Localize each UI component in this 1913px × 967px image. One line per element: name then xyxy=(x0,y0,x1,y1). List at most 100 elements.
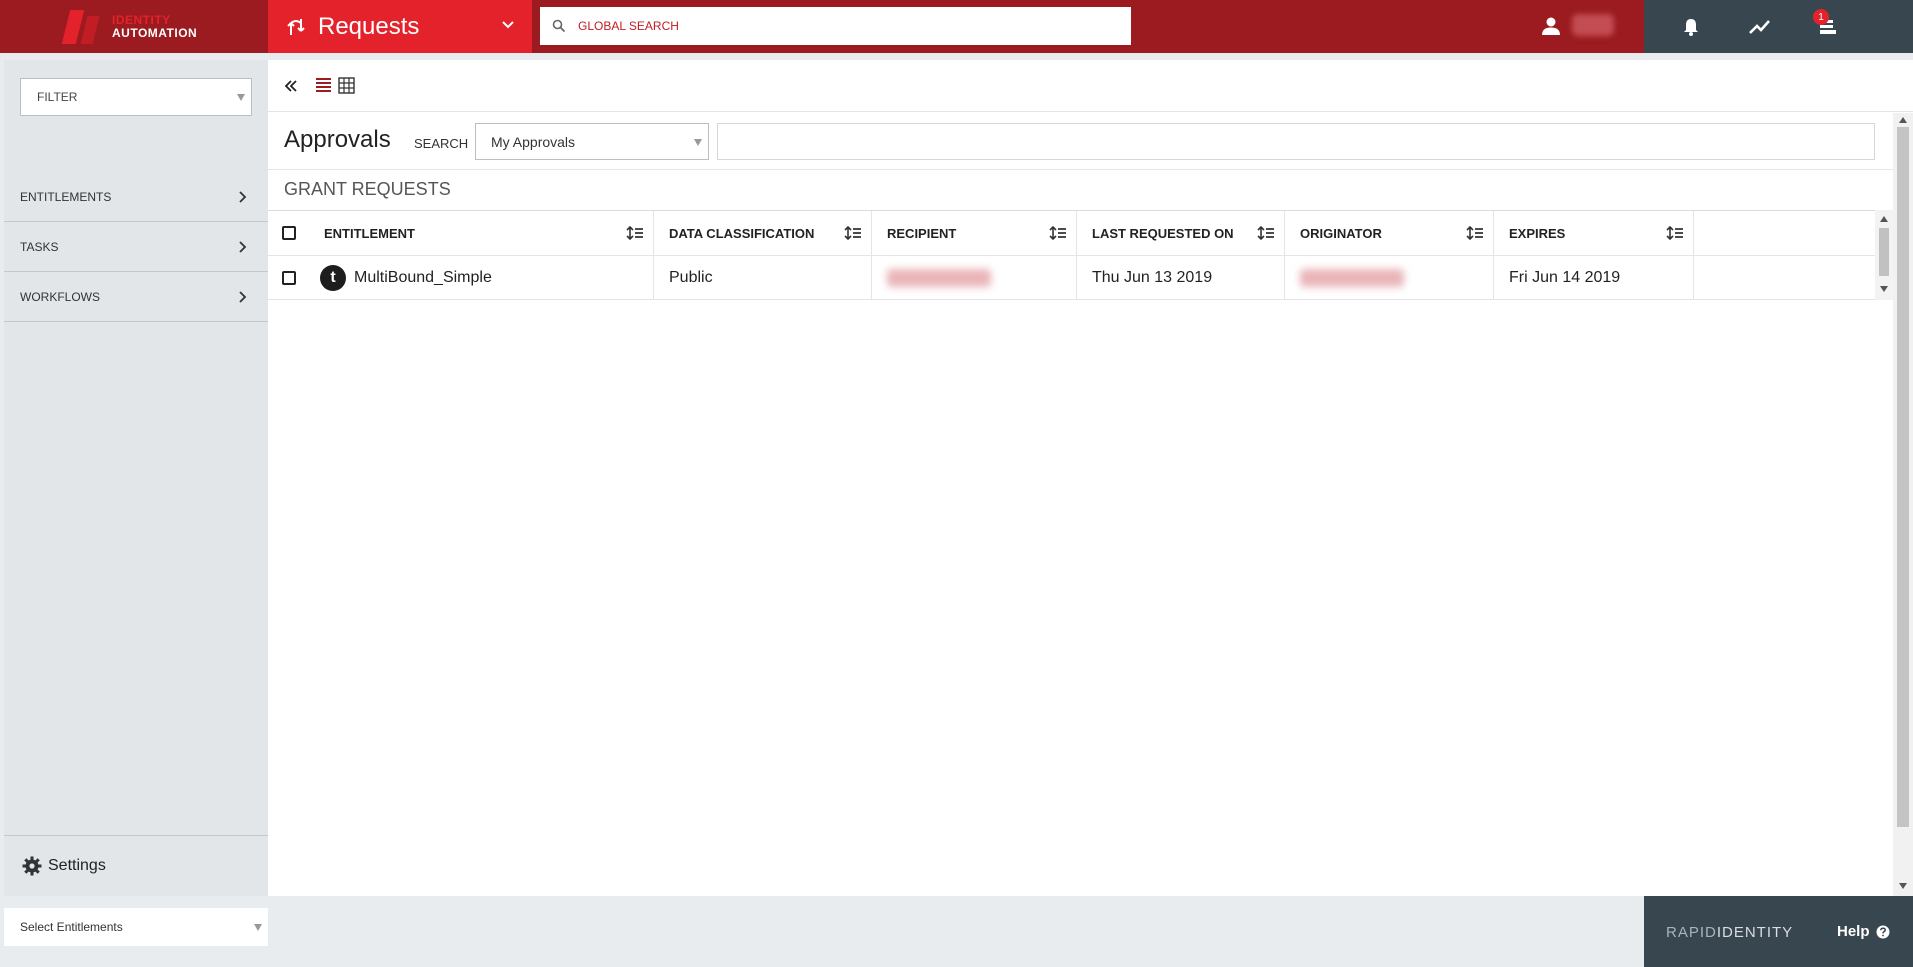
approvals-search-input[interactable] xyxy=(718,124,1874,159)
grid-view-icon[interactable] xyxy=(338,77,355,94)
filter-select[interactable]: FILTER xyxy=(20,78,252,116)
divider xyxy=(268,169,1893,170)
column-header-last-requested-on[interactable]: LAST REQUESTED ON xyxy=(1076,211,1284,255)
scroll-up-icon[interactable] xyxy=(1880,216,1888,222)
row-select-cell xyxy=(268,256,308,299)
footer-brand: RAPIDIDENTITY Help xyxy=(1644,896,1913,967)
global-search-input[interactable] xyxy=(578,19,1098,33)
main-panel: Approvals SEARCH My Approvals GRANT REQU… xyxy=(268,60,1913,896)
tasks-badge: 1 xyxy=(1813,9,1829,25)
module-switcher[interactable]: Requests xyxy=(268,0,532,53)
approvals-search-box[interactable] xyxy=(717,123,1875,160)
recipient-redacted xyxy=(887,268,991,287)
gear-icon xyxy=(22,856,42,875)
toolbar-tools xyxy=(1644,0,1913,53)
sidebar-item-entitlements[interactable]: ENTITLEMENTS xyxy=(4,172,268,222)
filter-select-label: FILTER xyxy=(37,90,78,104)
column-header-recipient[interactable]: RECIPIENT xyxy=(871,211,1076,255)
select-entitlements-dropdown[interactable]: Select Entitlements xyxy=(4,908,268,946)
column-header-data-classification[interactable]: DATA CLASSIFICATION xyxy=(653,211,871,255)
row-checkbox[interactable] xyxy=(282,270,296,285)
page-title: Approvals xyxy=(284,126,391,153)
sort-icon[interactable] xyxy=(844,225,862,241)
chevron-right-icon xyxy=(239,291,247,303)
select-all-cell xyxy=(268,211,308,255)
approvals-content: Approvals SEARCH My Approvals GRANT REQU… xyxy=(268,113,1893,896)
help-label: Help xyxy=(1837,923,1870,940)
entitlement-name: MultiBound_Simple xyxy=(354,268,492,286)
settings-button[interactable]: Settings xyxy=(4,835,268,895)
requests-icon xyxy=(287,18,305,35)
sort-icon[interactable] xyxy=(1466,225,1484,241)
search-icon xyxy=(552,19,566,33)
user-name-redacted[interactable] xyxy=(1572,14,1614,36)
main-toolbar xyxy=(268,60,1913,112)
notifications-button[interactable] xyxy=(1677,13,1705,41)
scroll-down-icon[interactable] xyxy=(1899,883,1907,889)
sidebar: FILTER ENTITLEMENTS TASKS WORKFLOWS Sett… xyxy=(4,60,268,896)
sort-icon[interactable] xyxy=(626,225,644,241)
column-header-label: EXPIRES xyxy=(1509,225,1566,241)
bell-icon xyxy=(1684,19,1698,36)
column-header-label: ENTITLEMENT xyxy=(324,225,415,241)
entitlement-icon: t xyxy=(320,264,346,291)
search-label: SEARCH xyxy=(414,136,469,151)
cell-entitlement[interactable]: t MultiBound_Simple xyxy=(308,256,653,299)
data-classification-value: Public xyxy=(669,268,713,286)
cell-originator xyxy=(1284,256,1493,299)
scroll-up-icon[interactable] xyxy=(1899,117,1907,123)
column-header-label: ORIGINATOR xyxy=(1300,225,1382,241)
column-divider xyxy=(1693,256,1694,299)
last-requested-value: Thu Jun 13 2019 xyxy=(1092,268,1213,286)
scroll-thumb[interactable] xyxy=(1897,127,1909,827)
table-row[interactable]: t MultiBound_Simple Public Thu Jun 13 20… xyxy=(268,256,1893,300)
activity-button[interactable] xyxy=(1746,13,1774,41)
table-scrollbar[interactable] xyxy=(1875,210,1893,300)
main-scrollbar[interactable] xyxy=(1893,113,1913,896)
select-all-checkbox[interactable] xyxy=(282,226,296,240)
search-scope-value: My Approvals xyxy=(491,133,576,150)
column-header-expires[interactable]: EXPIRES xyxy=(1493,211,1693,255)
cell-last-requested-on: Thu Jun 13 2019 xyxy=(1076,256,1284,299)
expires-value: Fri Jun 14 2019 xyxy=(1509,268,1621,286)
table-header: ENTITLEMENT DATA CLASSIFICATION RECIPIEN… xyxy=(268,210,1893,256)
sort-icon[interactable] xyxy=(1049,225,1067,241)
column-header-entitlement[interactable]: ENTITLEMENT xyxy=(308,211,623,255)
chevron-down-icon[interactable] xyxy=(498,15,518,35)
chevron-right-icon xyxy=(239,191,247,203)
column-header-label: LAST REQUESTED ON xyxy=(1092,225,1234,241)
column-header-label: DATA CLASSIFICATION xyxy=(669,225,815,241)
global-search[interactable] xyxy=(540,7,1131,45)
identity-automation-logo[interactable]: IDENTITY AUTOMATION xyxy=(0,0,268,53)
caret-down-icon xyxy=(237,94,245,101)
top-bar: IDENTITY AUTOMATION Requests GLOBAL SEAR… xyxy=(0,0,1913,53)
sidebar-item-label: ENTITLEMENTS xyxy=(20,189,112,204)
sidebar-item-tasks[interactable]: TASKS xyxy=(4,222,268,272)
logo-line1: IDENTITY xyxy=(112,12,171,27)
sidebar-item-workflows[interactable]: WORKFLOWS xyxy=(4,272,268,322)
originator-redacted xyxy=(1300,268,1404,287)
sort-icon[interactable] xyxy=(1257,225,1275,241)
section-title: GRANT REQUESTS xyxy=(284,179,451,199)
collapse-sidebar-icon[interactable] xyxy=(282,77,300,95)
logo-line2: AUTOMATION xyxy=(112,25,198,40)
scroll-down-icon[interactable] xyxy=(1880,286,1888,292)
rapididentity-logo: RAPIDIDENTITY xyxy=(1666,924,1793,941)
chevron-right-icon xyxy=(239,241,247,253)
user-icon[interactable] xyxy=(1540,15,1562,37)
help-icon xyxy=(1876,925,1890,938)
column-divider xyxy=(1693,211,1694,255)
help-button[interactable]: Help xyxy=(1837,923,1890,940)
cell-expires: Fri Jun 14 2019 xyxy=(1493,256,1693,299)
sort-icon[interactable] xyxy=(1666,225,1684,241)
column-header-label: RECIPIENT xyxy=(887,225,957,241)
column-header-originator[interactable]: ORIGINATOR xyxy=(1284,211,1493,255)
trending-icon xyxy=(1749,20,1770,34)
list-view-icon[interactable] xyxy=(315,77,332,94)
sidebar-item-label: TASKS xyxy=(20,239,59,254)
cell-data-classification: Public xyxy=(653,256,871,299)
scroll-thumb[interactable] xyxy=(1879,228,1889,276)
search-scope-select[interactable]: My Approvals xyxy=(475,123,709,160)
sidebar-nav: ENTITLEMENTS TASKS WORKFLOWS xyxy=(4,172,268,322)
select-entitlements-label: Select Entitlements xyxy=(20,920,123,934)
